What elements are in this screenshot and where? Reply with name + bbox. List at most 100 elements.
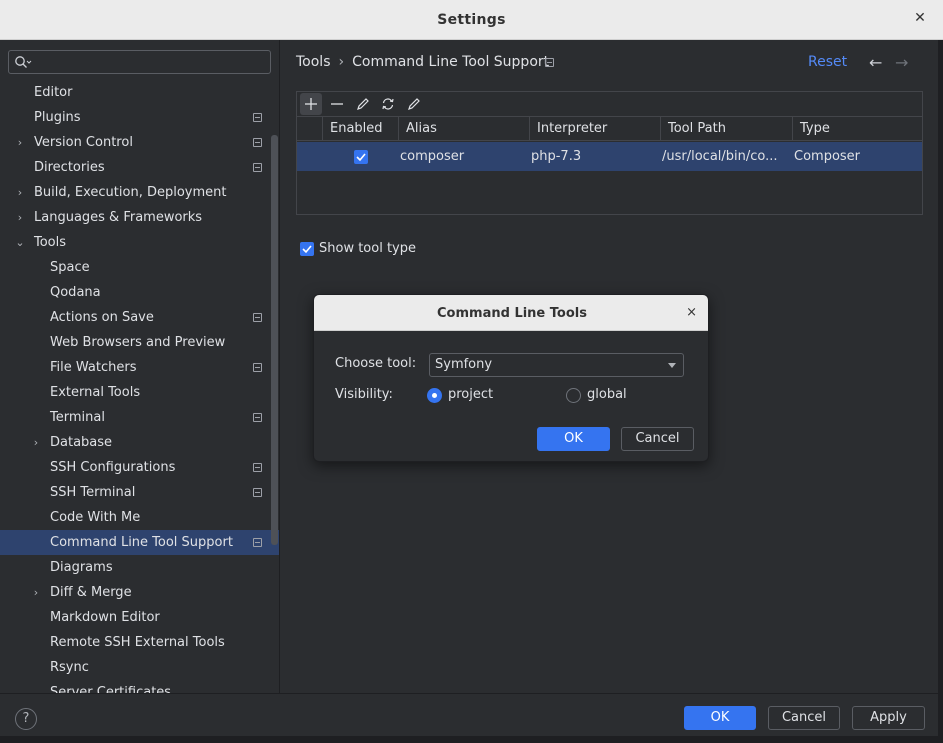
sidebar-item-languages-frameworks[interactable]: › Languages & Frameworks xyxy=(0,205,279,230)
sidebar-item-label: Code With Me xyxy=(50,510,141,525)
sidebar-item-version-control[interactable]: › Version Control xyxy=(0,130,279,155)
plus-icon xyxy=(305,98,317,110)
breadcrumb-parent[interactable]: Tools xyxy=(296,54,331,70)
column-header-alias[interactable]: Alias xyxy=(398,117,529,141)
visibility-project-radio[interactable] xyxy=(427,388,442,403)
column-header-enabled[interactable]: Enabled xyxy=(322,117,398,141)
reload-button[interactable] xyxy=(377,93,399,115)
visibility-label: Visibility: xyxy=(335,387,393,402)
window-bottom-edge xyxy=(0,736,943,743)
search-icon xyxy=(15,56,32,68)
reset-link[interactable]: Reset xyxy=(808,54,847,70)
edit-alias-button[interactable] xyxy=(403,93,425,115)
sidebar-item-label: Space xyxy=(50,260,90,275)
dialog-title: Command Line Tools xyxy=(437,306,587,321)
sidebar-item-remote-ssh-external-tools[interactable]: Remote SSH External Tools xyxy=(0,630,279,655)
chevron-right-icon[interactable]: › xyxy=(14,180,26,205)
project-scope-icon xyxy=(253,313,262,322)
choose-tool-select[interactable]: Symfony xyxy=(429,353,684,377)
sidebar-item-label: Server Certificates xyxy=(50,685,172,693)
choose-tool-label: Choose tool: xyxy=(335,356,417,371)
sidebar-item-database[interactable]: › Database xyxy=(0,430,279,455)
add-button[interactable] xyxy=(300,93,322,115)
sidebar-item-build-execution-deployment[interactable]: › Build, Execution, Deployment xyxy=(0,180,279,205)
visibility-global-label[interactable]: global xyxy=(587,387,627,402)
sidebar-item-terminal[interactable]: Terminal xyxy=(0,405,279,430)
show-tool-type-checkbox[interactable] xyxy=(300,242,314,256)
sidebar-item-editor[interactable]: Editor xyxy=(0,80,279,105)
choose-tool-value: Symfony xyxy=(435,357,493,372)
sidebar-item-label: Diagrams xyxy=(50,560,113,575)
chevron-right-icon[interactable]: › xyxy=(14,130,26,155)
settings-tree: Editor Plugins › Version Control Directories… xyxy=(0,80,279,693)
visibility-global-radio[interactable] xyxy=(566,388,581,403)
sidebar-item-label: Rsync xyxy=(50,660,89,675)
sidebar-item-qodana[interactable]: Qodana xyxy=(0,280,279,305)
dialog-close-icon[interactable]: × xyxy=(686,305,697,320)
sidebar-item-label: Markdown Editor xyxy=(50,610,160,625)
sidebar-item-web-browsers-and-preview[interactable]: Web Browsers and Preview xyxy=(0,330,279,355)
checkmark-icon xyxy=(302,245,312,254)
window-edge xyxy=(938,40,943,736)
table-header: Enabled Alias Interpreter Tool Path Type xyxy=(297,117,922,141)
column-header-type[interactable]: Type xyxy=(792,117,922,141)
sidebar-item-ssh-configurations[interactable]: SSH Configurations xyxy=(0,455,279,480)
sidebar-item-label: SSH Terminal xyxy=(50,485,136,500)
sidebar-item-space[interactable]: Space xyxy=(0,255,279,280)
sidebar-item-directories[interactable]: Directories xyxy=(0,155,279,180)
project-scope-icon xyxy=(253,413,262,422)
breadcrumb-separator: › xyxy=(338,54,345,70)
refresh-icon xyxy=(382,98,394,110)
sidebar-item-label: External Tools xyxy=(50,385,141,400)
checkmark-icon xyxy=(356,153,366,162)
sidebar-item-actions-on-save[interactable]: Actions on Save xyxy=(0,305,279,330)
sidebar-item-label: Database xyxy=(50,435,113,450)
project-scope-icon xyxy=(253,488,262,497)
edit-button[interactable] xyxy=(352,93,374,115)
chevron-right-icon[interactable]: › xyxy=(30,430,42,455)
sidebar-item-tools[interactable]: ⌄ Tools xyxy=(0,230,279,255)
help-icon[interactable]: ? xyxy=(15,708,37,730)
sidebar-item-diff-merge[interactable]: › Diff & Merge xyxy=(0,580,279,605)
enabled-checkbox[interactable] xyxy=(354,150,368,164)
visibility-project-label[interactable]: project xyxy=(448,387,493,402)
cell-tool-path: /usr/local/bin/co... xyxy=(662,149,778,164)
dialog-ok-button[interactable]: OK xyxy=(537,427,610,451)
sidebar-item-label: File Watchers xyxy=(50,360,137,375)
remove-button[interactable] xyxy=(326,93,348,115)
dialog-cancel-button[interactable]: Cancel xyxy=(621,427,694,451)
column-header-tool-path[interactable]: Tool Path xyxy=(660,117,792,141)
apply-button[interactable]: Apply xyxy=(852,706,925,730)
chevron-right-icon[interactable]: › xyxy=(30,580,42,605)
sidebar-item-label: Build, Execution, Deployment xyxy=(34,185,227,200)
sidebar-item-diagrams[interactable]: Diagrams xyxy=(0,555,279,580)
title-bar: Settings ✕ xyxy=(0,0,943,40)
close-icon[interactable]: ✕ xyxy=(913,11,927,25)
sidebar-item-label: Web Browsers and Preview xyxy=(50,335,226,350)
sidebar-item-ssh-terminal[interactable]: SSH Terminal xyxy=(0,480,279,505)
window-title: Settings xyxy=(437,12,506,28)
table-row[interactable]: composer php-7.3 /usr/local/bin/co... Co… xyxy=(297,142,922,171)
search-input[interactable] xyxy=(8,50,271,74)
sidebar-item-label: Directories xyxy=(34,160,105,175)
sidebar-scrollbar[interactable] xyxy=(271,135,278,545)
pencil-icon xyxy=(357,98,369,110)
sidebar-item-command-line-tool-support[interactable]: Command Line Tool Support xyxy=(0,530,279,555)
column-header-interpreter[interactable]: Interpreter xyxy=(529,117,660,141)
cancel-button[interactable]: Cancel xyxy=(768,706,840,730)
back-arrow-icon[interactable]: ← xyxy=(869,53,882,72)
sidebar-item-file-watchers[interactable]: File Watchers xyxy=(0,355,279,380)
ok-button[interactable]: OK xyxy=(684,706,756,730)
sidebar-item-code-with-me[interactable]: Code With Me xyxy=(0,505,279,530)
dialog-title-bar: Command Line Tools × xyxy=(314,295,708,331)
settings-sidebar: Editor Plugins › Version Control Directories… xyxy=(0,40,280,693)
sidebar-item-label: Command Line Tool Support xyxy=(50,535,233,550)
sidebar-item-rsync[interactable]: Rsync xyxy=(0,655,279,680)
chevron-right-icon[interactable]: › xyxy=(14,205,26,230)
sidebar-item-server-certificates[interactable]: Server Certificates xyxy=(0,680,279,693)
sidebar-item-plugins[interactable]: Plugins xyxy=(0,105,279,130)
sidebar-item-external-tools[interactable]: External Tools xyxy=(0,380,279,405)
chevron-down-icon[interactable]: ⌄ xyxy=(14,230,26,255)
project-scope-icon xyxy=(253,113,262,122)
sidebar-item-markdown-editor[interactable]: Markdown Editor xyxy=(0,605,279,630)
